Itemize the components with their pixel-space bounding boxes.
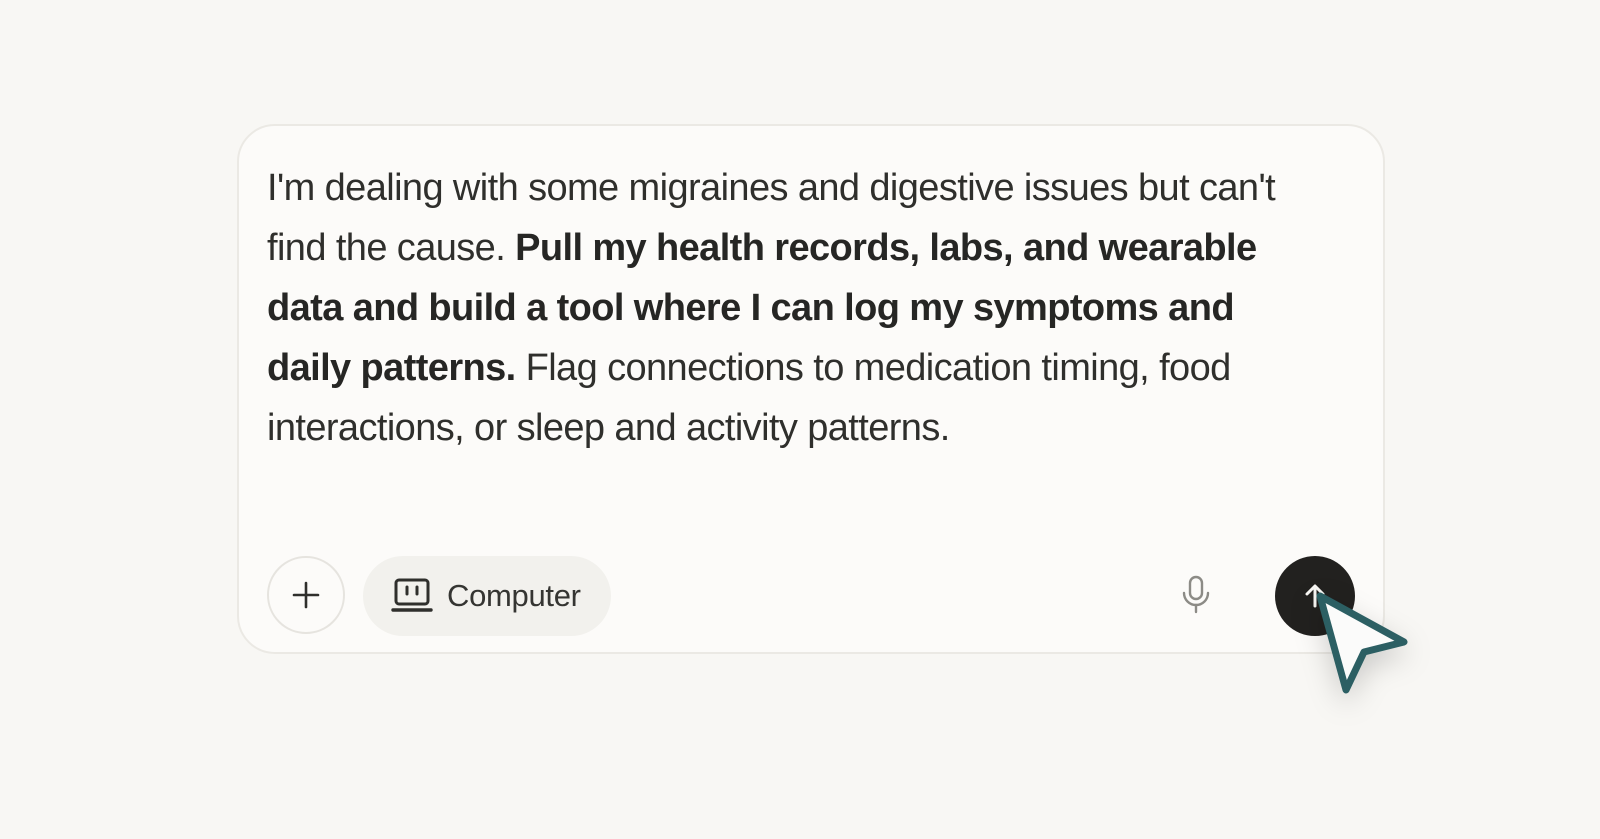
add-attachment-button[interactable]	[267, 556, 345, 634]
microphone-icon	[1182, 575, 1210, 614]
prompt-composer[interactable]: I'm dealing with some migraines and dige…	[237, 124, 1385, 654]
prompt-input[interactable]: I'm dealing with some migraines and dige…	[267, 158, 1317, 458]
composer-toolbar: Computer	[267, 556, 1355, 636]
page: I'm dealing with some migraines and dige…	[0, 0, 1600, 839]
arrow-up-icon	[1305, 584, 1325, 608]
computer-mode-label: Computer	[447, 578, 581, 613]
send-button[interactable]	[1275, 556, 1355, 636]
computer-mode-button[interactable]: Computer	[363, 556, 611, 636]
voice-input-button[interactable]	[1173, 572, 1219, 618]
plus-icon	[292, 581, 320, 609]
computer-icon	[391, 578, 433, 612]
